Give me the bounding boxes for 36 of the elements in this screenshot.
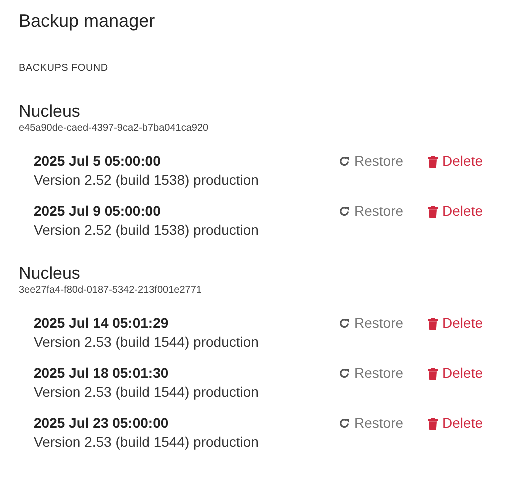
backup-version: Version 2.53 (build 1544) production xyxy=(34,383,259,402)
restore-button[interactable]: Restore xyxy=(338,315,404,332)
group-name: Nucleus xyxy=(19,264,82,284)
refresh-icon xyxy=(338,318,350,329)
delete-button[interactable]: Delete xyxy=(428,415,483,432)
group-id: e45a90de-caed-4397-9ca2-b7ba041ca920 xyxy=(19,122,210,135)
backup-date: 2025 Jul 14 05:01:29 xyxy=(34,315,170,332)
restore-button[interactable]: Restore xyxy=(338,153,404,170)
backup-date: 2025 Jul 9 05:00:00 xyxy=(34,203,162,220)
trash-icon xyxy=(428,418,438,430)
section-label: BACKUPS FOUND xyxy=(19,62,110,76)
backup-version: Version 2.53 (build 1544) production xyxy=(34,333,259,352)
backup-version: Version 2.52 (build 1538) production xyxy=(34,221,259,240)
refresh-icon xyxy=(338,206,350,217)
backup-date: 2025 Jul 23 05:00:00 xyxy=(34,415,170,432)
refresh-icon xyxy=(338,156,350,167)
delete-button[interactable]: Delete xyxy=(428,365,483,382)
restore-button[interactable]: Restore xyxy=(338,415,404,432)
refresh-icon xyxy=(338,418,350,429)
backup-version: Version 2.52 (build 1538) production xyxy=(34,171,259,190)
restore-button[interactable]: Restore xyxy=(338,365,404,382)
trash-icon xyxy=(428,206,438,218)
delete-button[interactable]: Delete xyxy=(428,153,483,170)
delete-button[interactable]: Delete xyxy=(428,315,483,332)
backup-date: 2025 Jul 5 05:00:00 xyxy=(34,153,162,170)
backup-version: Version 2.53 (build 1544) production xyxy=(34,433,259,452)
page-title: Backup manager xyxy=(19,10,156,33)
trash-icon xyxy=(428,368,438,380)
restore-button[interactable]: Restore xyxy=(338,203,404,220)
backup-date: 2025 Jul 18 05:01:30 xyxy=(34,365,170,382)
trash-icon xyxy=(428,156,438,168)
trash-icon xyxy=(428,318,438,330)
refresh-icon xyxy=(338,368,350,379)
delete-button[interactable]: Delete xyxy=(428,203,483,220)
group-name: Nucleus xyxy=(19,102,82,122)
group-id: 3ee27fa4-f80d-0187-5342-213f001e2771 xyxy=(19,284,203,297)
